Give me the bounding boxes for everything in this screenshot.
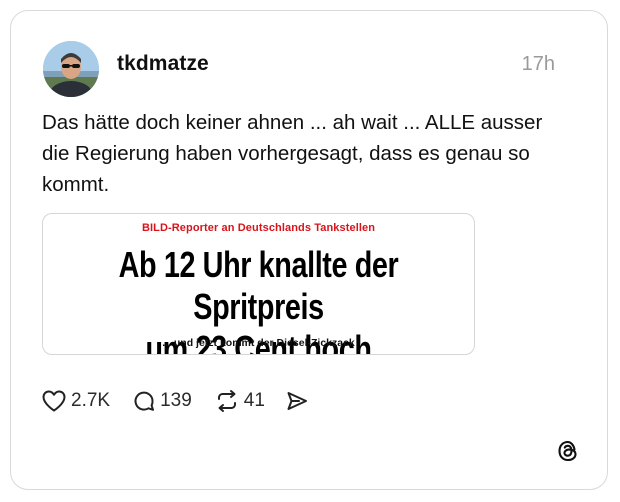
repost-icon <box>217 390 236 412</box>
repost-count: 41 <box>243 390 265 411</box>
heart-icon <box>42 390 66 412</box>
embedded-image[interactable]: BILD-Reporter an Deutschlands Tankstelle… <box>42 213 475 355</box>
post-timestamp: 17h <box>521 53 555 75</box>
action-bar: 2.7K 139 41 <box>41 387 331 415</box>
username[interactable]: tkdmatze <box>117 52 209 76</box>
post-card[interactable]: tkdmatze 17h Das hätte doch keiner ahnen… <box>10 10 608 490</box>
like-count: 2.7K <box>71 390 111 411</box>
embed-headline-line1: Ab 12 Uhr knallte der Spritpreis <box>118 244 399 327</box>
embed-subline: ... und jetzt kommt der Diesel-Zickzack <box>162 337 355 349</box>
share-button[interactable] <box>285 389 309 413</box>
like-button[interactable]: 2.7K <box>41 389 110 413</box>
threads-logo-icon[interactable] <box>555 438 581 464</box>
avatar-photo <box>43 41 99 97</box>
reply-count: 139 <box>160 390 192 411</box>
embed-kicker: BILD-Reporter an Deutschlands Tankstelle… <box>141 222 376 234</box>
share-icon <box>287 392 307 410</box>
repost-button[interactable]: 41 <box>214 389 265 413</box>
avatar[interactable] <box>43 41 99 97</box>
reply-button[interactable]: 139 <box>132 389 192 413</box>
comment-icon <box>134 391 155 411</box>
post-text: Das hätte doch keiner ahnen ... ah wait … <box>42 111 543 196</box>
